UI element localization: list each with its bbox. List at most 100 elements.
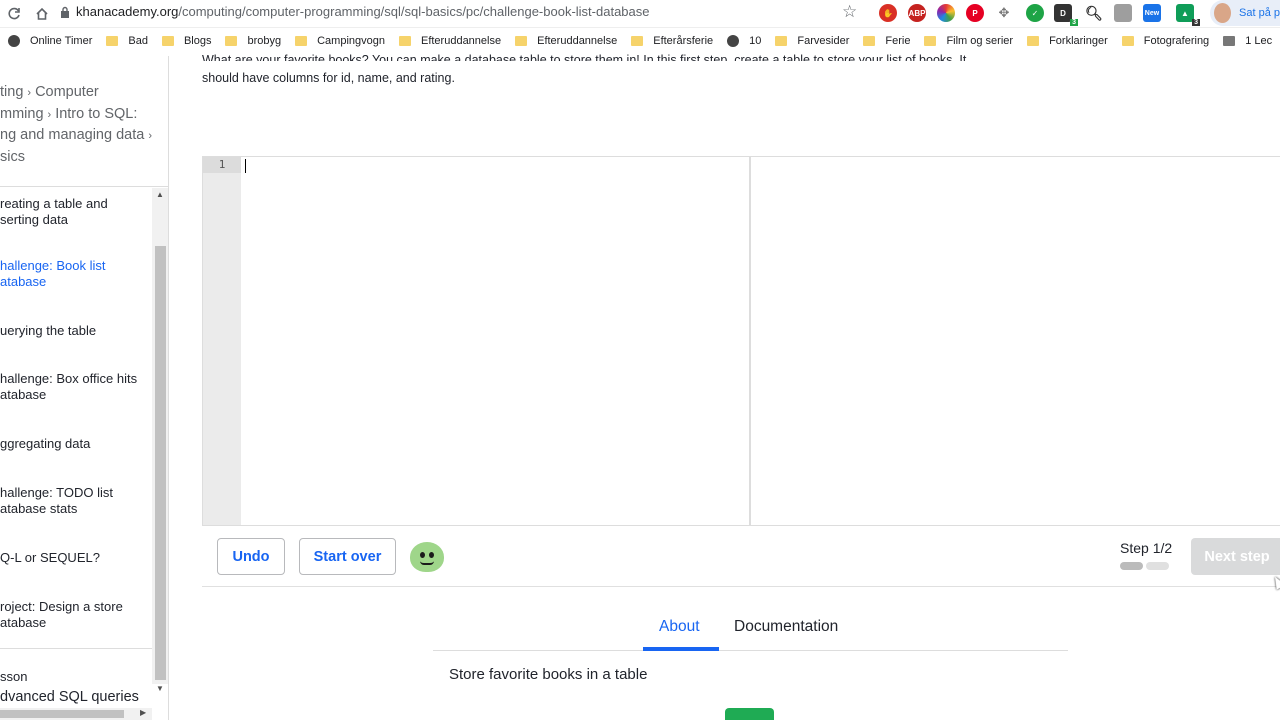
bookmark-item[interactable]: Blogs xyxy=(161,35,211,47)
extension-stop-icon[interactable]: ✋ xyxy=(879,4,897,22)
extension-pinterest-icon[interactable]: P xyxy=(966,4,984,22)
breadcrumb-item[interactable]: ting xyxy=(0,84,23,100)
bookmark-star-icon[interactable]: ☆ xyxy=(842,2,857,22)
profile-label: Sat på p xyxy=(1239,7,1280,19)
bookmark-item[interactable]: Efteruddannelse xyxy=(398,35,501,47)
bookmark-label: Forklaringer xyxy=(1049,35,1108,47)
lesson-title-line: Q-L or SEQUEL? xyxy=(0,550,100,565)
lesson-title-line: atabase xyxy=(0,387,47,402)
bookmark-item[interactable]: Fotografering xyxy=(1121,35,1209,47)
extension-search-icon[interactable]: 🔍︎ xyxy=(1085,4,1103,22)
home-icon[interactable] xyxy=(28,2,56,26)
next-lesson-section[interactable]: sson dvanced SQL queries xyxy=(0,648,152,705)
lesson-item[interactable]: ggregating data xyxy=(0,436,90,452)
bookmark-item[interactable]: 10 xyxy=(727,35,761,47)
instruction-line: What are your favorite books? You can ma… xyxy=(202,53,967,61)
lesson-title-line: roject: Design a store xyxy=(0,599,123,614)
profile-button[interactable]: Sat på p xyxy=(1210,0,1280,26)
extension-people-icon[interactable]: ▲ 3 xyxy=(1176,4,1200,26)
tab-documentation[interactable]: Documentation xyxy=(734,618,838,636)
bookmark-label: Campingvogn xyxy=(317,35,385,47)
horizontal-scrollbar[interactable]: ▶ xyxy=(0,708,152,720)
extension-check-icon[interactable]: ✓ xyxy=(1026,4,1044,22)
lesson-title-line: ggregating data xyxy=(0,436,91,451)
breadcrumb-item[interactable]: sics xyxy=(0,149,25,165)
lesson-title-line: serting data xyxy=(0,212,68,227)
folder-icon xyxy=(775,36,788,46)
green-action-button[interactable] xyxy=(725,708,774,720)
scroll-up-icon[interactable]: ▲ xyxy=(156,190,164,199)
chevron-right-icon: › xyxy=(47,108,52,121)
breadcrumb-item[interactable]: ng and managing data xyxy=(0,127,144,143)
bookmark-item[interactable]: Campingvogn xyxy=(295,35,385,47)
about-description: Store favorite books in a table xyxy=(449,666,648,683)
scrollbar-thumb[interactable] xyxy=(155,246,166,680)
bookmark-item[interactable]: Ferie xyxy=(863,35,910,47)
folder-icon xyxy=(1121,36,1134,46)
extension-dropbox-icon[interactable]: ✥ xyxy=(995,4,1013,22)
breadcrumb-item[interactable]: Computer xyxy=(35,84,99,100)
scrollbar-thumb[interactable] xyxy=(0,710,124,718)
reload-icon[interactable] xyxy=(0,2,28,26)
next-lesson-title: dvanced SQL queries xyxy=(0,689,139,705)
bookmark-item[interactable]: Bad xyxy=(106,35,148,47)
start-over-button[interactable]: Start over xyxy=(299,538,396,575)
lesson-item[interactable]: Q-L or SEQUEL? xyxy=(0,550,100,566)
breadcrumb-item[interactable]: mming xyxy=(0,106,44,122)
lesson-item[interactable]: roject: Design a store atabase xyxy=(0,599,123,631)
scroll-right-icon[interactable]: ▶ xyxy=(140,708,146,717)
bookmark-item[interactable]: 1 Lec xyxy=(1223,35,1272,47)
output-pane xyxy=(751,157,1280,525)
extension-badge: 3 xyxy=(1192,19,1200,26)
lesson-title-line: hallenge: Book list xyxy=(0,258,106,273)
avatar xyxy=(1214,3,1232,23)
lesson-item[interactable]: uerying the table xyxy=(0,323,96,339)
hint-blob-icon[interactable] xyxy=(410,542,444,572)
chevron-right-icon: › xyxy=(148,130,152,142)
undo-button[interactable]: Undo xyxy=(217,538,285,575)
breadcrumb-item[interactable]: Intro to SQL: xyxy=(55,106,137,122)
extension-new-icon[interactable]: New xyxy=(1143,4,1161,22)
extension-badge: 3 xyxy=(1070,19,1078,26)
sidebar-scrollbar[interactable]: ▲ ▼ xyxy=(152,188,168,693)
folder-icon xyxy=(295,36,308,46)
bookmark-label: Online Timer xyxy=(30,35,93,47)
bookmark-label: 1 Lec xyxy=(1245,35,1273,47)
instruction-line: should have columns for id, name, and ra… xyxy=(202,71,455,85)
lesson-item[interactable]: hallenge: TODO list atabase stats xyxy=(0,485,113,517)
bookmark-item[interactable]: Online Timer xyxy=(8,35,92,47)
folder-icon xyxy=(924,36,937,46)
chevron-right-icon: › xyxy=(27,87,32,99)
line-number: 1 xyxy=(203,157,241,173)
lesson-item[interactable]: hallenge: Book list atabase xyxy=(0,258,106,290)
text-cursor xyxy=(245,159,246,173)
sql-editor[interactable]: 1 xyxy=(202,156,1280,526)
folder-icon xyxy=(1027,36,1040,46)
browser-toolbar: khanacademy.org/computing/computer-progr… xyxy=(0,0,1280,28)
next-step-button[interactable]: Next step xyxy=(1191,538,1280,575)
extension-d-icon[interactable]: D3 xyxy=(1054,4,1078,26)
bookmark-item[interactable]: Film og serier xyxy=(924,35,1013,47)
folder-icon xyxy=(515,36,528,46)
address-bar[interactable]: khanacademy.org/computing/computer-progr… xyxy=(76,4,650,19)
bookmark-item[interactable]: Efteruddannelse xyxy=(515,35,617,47)
extension-cube-icon[interactable] xyxy=(1114,4,1132,22)
bookmark-item[interactable]: brobyg xyxy=(225,35,281,47)
challenge-instructions: What are your favorite books? You can ma… xyxy=(202,51,1002,87)
extension-adblock-icon[interactable]: ABP xyxy=(908,4,926,22)
extension-colorwheel-icon[interactable] xyxy=(937,4,955,22)
folder-icon xyxy=(398,36,411,46)
lesson-item[interactable]: reating a table and serting data xyxy=(0,196,108,228)
bookmark-label: Film og serier xyxy=(946,35,1014,47)
scroll-down-icon[interactable]: ▼ xyxy=(156,684,164,693)
mouth xyxy=(420,561,434,565)
bookmark-item[interactable]: Forklaringer xyxy=(1027,35,1108,47)
globe-icon xyxy=(727,35,740,47)
tab-about[interactable]: About xyxy=(659,618,700,636)
bookmark-item[interactable]: Efterårsferie xyxy=(631,35,713,47)
bookmark-item[interactable]: Farvesider xyxy=(775,35,849,47)
lesson-title-line: hallenge: TODO list xyxy=(0,485,113,500)
lesson-item[interactable]: hallenge: Box office hits atabase xyxy=(0,371,137,403)
extension-badge: New xyxy=(1144,9,1160,17)
url-host: khanacademy.org xyxy=(76,4,179,19)
